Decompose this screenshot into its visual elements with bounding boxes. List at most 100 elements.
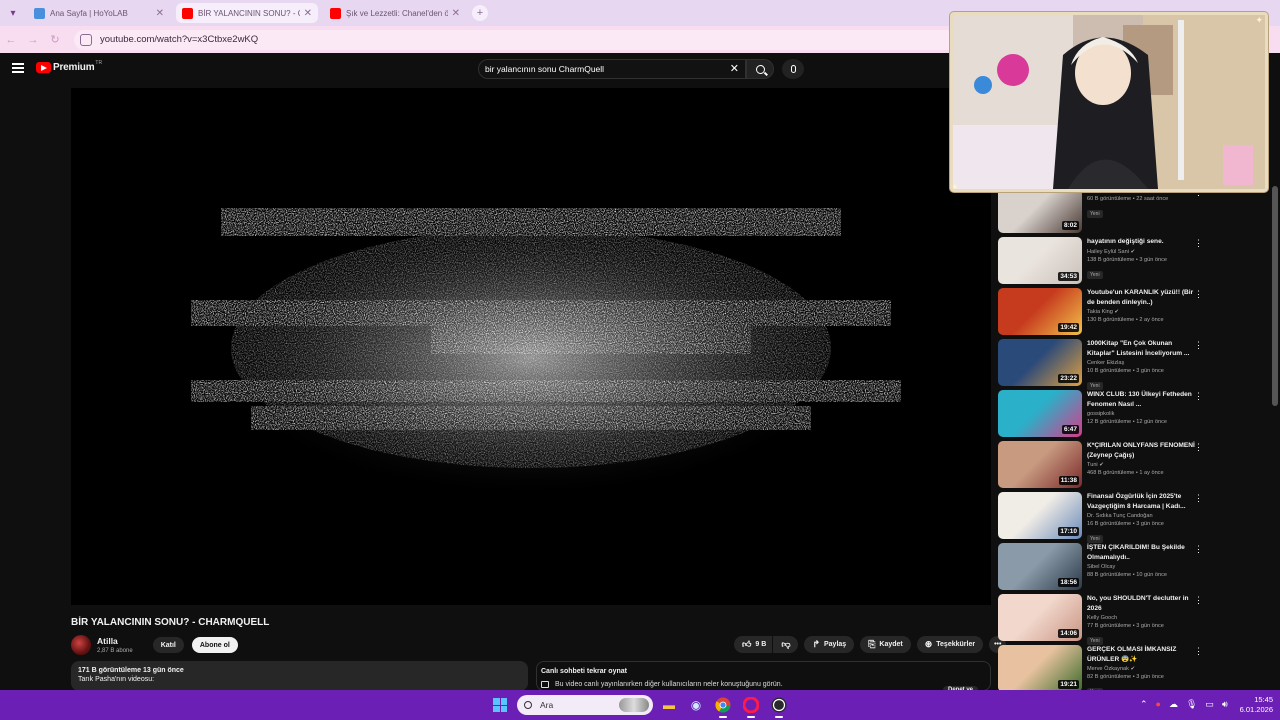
close-tab-icon[interactable]: ✕ xyxy=(452,8,460,19)
url-field[interactable]: youtube.com/watch?v=x3Ctbxe2wKQ xyxy=(74,29,974,50)
reload-button[interactable]: ↻ xyxy=(44,29,66,51)
opera-gx-icon[interactable] xyxy=(742,696,760,718)
windows-start-icon[interactable] xyxy=(493,698,507,712)
description-box[interactable]: 171 B görüntüleme 13 gün önce Tarık Pash… xyxy=(71,661,528,691)
recommended-video[interactable]: 23:22 1000Kitap "En Çok Okunan Kitaplar" … xyxy=(998,339,1208,390)
more-vertical-icon[interactable]: ⋮ xyxy=(1194,647,1203,656)
file-explorer-icon[interactable]: ▬ xyxy=(660,696,678,714)
youtube-logo[interactable]: Premium TR xyxy=(36,60,102,73)
recommended-channel[interactable]: Merve Özkaynak ✔ xyxy=(1087,666,1195,672)
recommended-title[interactable]: 1000Kitap "En Çok Okunan Kitaplar" Liste… xyxy=(1087,339,1195,358)
channel-name[interactable]: Atilla xyxy=(97,636,133,646)
tab-strip: Ana Sayfa | HoYoLAB ✕ BİR YALANCININ SONU?… xyxy=(22,3,466,23)
forward-button[interactable]: → xyxy=(22,29,44,51)
more-vertical-icon[interactable]: ⋮ xyxy=(1194,290,1203,299)
recommended-video[interactable]: 18:56 İŞTEN ÇIKARILDIM! Bu Şekilde Olmama… xyxy=(998,543,1208,594)
steam-icon[interactable]: ◉ xyxy=(687,696,705,714)
video-player[interactable] xyxy=(71,88,991,605)
recommended-video[interactable]: 17:10 Finansal Özgürlük İçin 2025'te Vazg… xyxy=(998,492,1208,543)
chevron-up-icon[interactable]: ⌃ xyxy=(1140,699,1148,710)
browser-tab[interactable]: Ana Sayfa | HoYoLAB ✕ xyxy=(28,3,170,23)
save-button[interactable]: ⎘ Kaydet xyxy=(860,636,911,653)
recommended-channel[interactable]: Hailey Eylül Sani ✔ xyxy=(1087,249,1195,255)
recommended-channel[interactable]: Kelly Gooch xyxy=(1087,615,1195,621)
recommended-channel[interactable]: Sibel Olcay xyxy=(1087,564,1195,570)
recommended-video[interactable]: 14:06 No, you SHOULDN'T declutter in 2026… xyxy=(998,594,1208,645)
video-thumbnail[interactable]: 6:47 xyxy=(998,390,1082,437)
cloud-icon[interactable]: ☁ xyxy=(1169,699,1178,710)
more-vertical-icon[interactable]: ⋮ xyxy=(1194,443,1203,452)
video-thumbnail[interactable]: 34:53 xyxy=(998,237,1082,284)
taskbar-search[interactable]: Ara xyxy=(517,695,653,715)
close-tab-icon[interactable]: ✕ xyxy=(156,8,164,19)
video-thumbnail[interactable]: 11:38 xyxy=(998,441,1082,488)
tab-search-chevron-icon[interactable]: ▾ xyxy=(4,4,22,22)
video-thumbnail[interactable]: 19:42 xyxy=(998,288,1082,335)
tray-app-icon[interactable]: ● xyxy=(1156,699,1161,710)
subscribe-button[interactable]: Abone ol xyxy=(191,637,238,653)
like-button[interactable]: 👍︎ 9 B xyxy=(734,636,773,653)
microphone-icon[interactable]: 🎙︎ xyxy=(1186,699,1197,710)
new-badge: Yeni xyxy=(1087,535,1103,543)
thanks-button[interactable]: ⊛ Teşekkürler xyxy=(916,636,984,653)
recommended-title[interactable]: hayatının değiştiği sene. xyxy=(1087,237,1195,247)
video-thumbnail[interactable]: 19:21 xyxy=(998,645,1082,690)
video-thumbnail[interactable]: 14:06 xyxy=(998,594,1082,641)
browser-tab[interactable]: BİR YALANCININ SONU? - CHA ✕ xyxy=(176,3,318,23)
search-icon xyxy=(524,701,532,709)
recommended-channel[interactable]: Tuni ✔ xyxy=(1087,462,1195,468)
search-input[interactable]: bir yalancının sonu CharmQuell ✕ xyxy=(478,59,746,79)
video-duration: 18:56 xyxy=(1058,578,1079,587)
recommended-title[interactable]: WINX CLUB: 130 Ülkeyi Fetheden Fenomen N… xyxy=(1087,390,1195,409)
clear-search-icon[interactable]: ✕ xyxy=(730,62,739,75)
video-actions: 👍︎ 9 B 👎︎ ↱ Paylaş ⎘ Kaydet ⊛ Teşekkürle… xyxy=(728,636,1007,653)
taskbar-clock[interactable]: 15:45 6.01.2026 xyxy=(1233,695,1273,715)
more-vertical-icon[interactable]: ⋮ xyxy=(1194,239,1203,248)
recommended-channel[interactable]: Dr. Sıdıka Tunç Candoğan xyxy=(1087,513,1195,519)
thanks-label: Teşekkürler xyxy=(936,641,976,648)
recommended-video[interactable]: 11:38 K*ÇIRILAN ONLYFANS FENOMENİ (Zeynep… xyxy=(998,441,1208,492)
voice-search-button[interactable] xyxy=(782,59,804,79)
channel-avatar[interactable] xyxy=(71,635,91,655)
video-thumbnail[interactable]: 17:10 xyxy=(998,492,1082,539)
more-vertical-icon[interactable]: ⋮ xyxy=(1194,545,1203,554)
search-button[interactable] xyxy=(746,59,774,79)
recommended-title[interactable]: GERÇEK OLMASI İMKANSIZ ÜRÜNLER 😨✨ xyxy=(1087,645,1195,664)
recommended-video[interactable]: 34:53 hayatının değiştiği sene. Hailey Eyl… xyxy=(998,237,1208,288)
recommended-title[interactable]: Youtube'un KARANLIK yüzü!! (Bir de bende… xyxy=(1087,288,1195,307)
more-vertical-icon[interactable]: ⋮ xyxy=(1194,494,1203,503)
recommended-title[interactable]: K*ÇIRILAN ONLYFANS FENOMENİ (Zeynep Çağı… xyxy=(1087,441,1195,460)
back-button[interactable]: ← xyxy=(0,29,22,51)
share-button[interactable]: ↱ Paylaş xyxy=(804,636,855,653)
recommended-title[interactable]: İŞTEN ÇIKARILDIM! Bu Şekilde Olmamalıydı… xyxy=(1087,543,1195,562)
recommended-video[interactable]: 19:21 GERÇEK OLMASI İMKANSIZ ÜRÜNLER 😨✨ Me… xyxy=(998,645,1208,690)
video-thumbnail[interactable]: 18:56 xyxy=(998,543,1082,590)
network-icon[interactable]: ▭ xyxy=(1205,699,1214,710)
share-icon: ↱ xyxy=(812,639,820,649)
recommended-channel[interactable]: gossipkolik xyxy=(1087,411,1195,417)
obs-icon[interactable] xyxy=(770,696,788,718)
join-button[interactable]: Katıl xyxy=(152,637,184,653)
site-info-icon[interactable] xyxy=(80,33,92,46)
recommended-title[interactable]: No, you SHOULDN'T declutter in 2026 xyxy=(1087,594,1195,613)
page-scrollbar[interactable] xyxy=(1272,186,1278,406)
recommended-channel[interactable]: Takia King ✔ xyxy=(1087,309,1195,315)
recommended-video[interactable]: 19:42 Youtube'un KARANLIK yüzü!! (Bir de … xyxy=(998,288,1208,339)
recommended-title[interactable]: Finansal Özgürlük İçin 2025'te Vazgeçtiğ… xyxy=(1087,492,1195,511)
speaker-icon[interactable]: 🔊︎ xyxy=(1222,699,1228,710)
dislike-button[interactable]: 👎︎ xyxy=(773,636,799,653)
video-thumbnail[interactable]: 8:02 xyxy=(998,186,1082,233)
more-vertical-icon[interactable]: ⋮ xyxy=(1194,341,1203,350)
more-vertical-icon[interactable]: ⋮ xyxy=(1194,596,1203,605)
description-stats: 171 B görüntüleme 13 gün önce xyxy=(78,667,184,674)
recommended-video[interactable]: 8:02lifeofadit60 B görüntüleme • 22 saat… xyxy=(998,186,1208,237)
video-thumbnail[interactable]: 23:22 xyxy=(998,339,1082,386)
more-vertical-icon[interactable]: ⋮ xyxy=(1194,392,1203,401)
menu-icon[interactable] xyxy=(12,63,24,73)
recommended-channel[interactable]: Cenker Ekizlaş xyxy=(1087,360,1195,366)
new-tab-button[interactable]: + xyxy=(472,5,488,21)
chrome-icon[interactable] xyxy=(714,696,732,718)
recommended-video[interactable]: 6:47 WINX CLUB: 130 Ülkeyi Fetheden Fenom… xyxy=(998,390,1208,441)
browser-tab[interactable]: Şık ve Lezzetli: Chanel'den özel ✕ xyxy=(324,3,466,23)
close-tab-icon[interactable]: ✕ xyxy=(304,8,312,19)
